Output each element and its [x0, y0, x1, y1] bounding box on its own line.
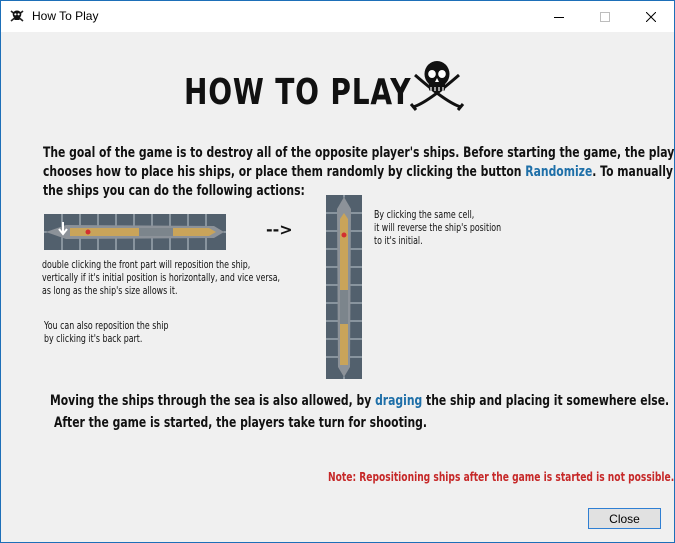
page-title: HOW TO PLAY — [184, 72, 412, 113]
how-to-play-window: How To Play HOW TO PLAY The goal of the … — [0, 0, 675, 543]
vertical-caption-line-1: By clicking the same cell, — [374, 209, 475, 221]
horizontal-caption: double clicking the front part will repo… — [42, 259, 280, 298]
back-part-caption-line-2: by clicking it's back part. — [44, 333, 143, 345]
skull-crossed-swords-icon — [409, 61, 465, 111]
vertical-caption-line-3: to it's initial. — [374, 235, 423, 247]
minimize-button[interactable] — [536, 1, 582, 32]
maximize-button[interactable] — [582, 1, 628, 32]
intro-line-1: The goal of the game is to destroy all o… — [43, 145, 675, 161]
back-part-caption: You can also reposition the ship by clic… — [44, 320, 168, 346]
title-bar[interactable]: How To Play — [1, 1, 674, 32]
close-button-label: Close — [609, 512, 640, 526]
close-button[interactable]: Close — [588, 508, 661, 529]
horizontal-caption-line-1: double clicking the front part will repo… — [42, 259, 251, 271]
back-part-caption-line-1: You can also reposition the ship — [44, 320, 169, 332]
vertical-caption-line-2: it will reverse the ship's position — [374, 222, 502, 234]
transform-arrow: --> — [266, 220, 293, 239]
horizontal-ship-image — [44, 214, 226, 250]
repositioning-note: Note: Repositioning ships after the game… — [328, 470, 675, 484]
close-window-button[interactable] — [628, 1, 674, 32]
window-title: How To Play — [32, 9, 99, 23]
intro-line-2-start: chooses how to place his ships, or place… — [43, 164, 526, 180]
intro-paragraph: The goal of the game is to destroy all o… — [43, 144, 675, 201]
moving-ships-text-start: Moving the ships through the sea is also… — [50, 393, 376, 409]
turns-text: After the game is started, the players t… — [54, 415, 428, 431]
intro-line-2: chooses how to place his ships, or place… — [43, 163, 674, 182]
horizontal-caption-line-3: as long as the ship's size allows it. — [42, 285, 178, 297]
close-icon — [646, 11, 656, 22]
draging-link[interactable]: draging — [375, 393, 422, 409]
pirate-skull-icon — [10, 10, 24, 22]
maximize-icon — [600, 11, 610, 22]
moving-ships-text-end: the ship and placing it somewhere else. — [422, 393, 670, 409]
moving-ships-text: Moving the ships through the sea is also… — [50, 393, 669, 409]
intro-line-2-end: . To manually place — [592, 164, 674, 180]
vertical-ship-image — [326, 195, 362, 379]
minimize-icon — [554, 16, 564, 18]
vertical-caption: By clicking the same cell, it will rever… — [374, 209, 501, 248]
horizontal-caption-line-2: vertically if it's initial position is h… — [42, 272, 281, 284]
randomize-link[interactable]: Randomize — [525, 164, 592, 180]
